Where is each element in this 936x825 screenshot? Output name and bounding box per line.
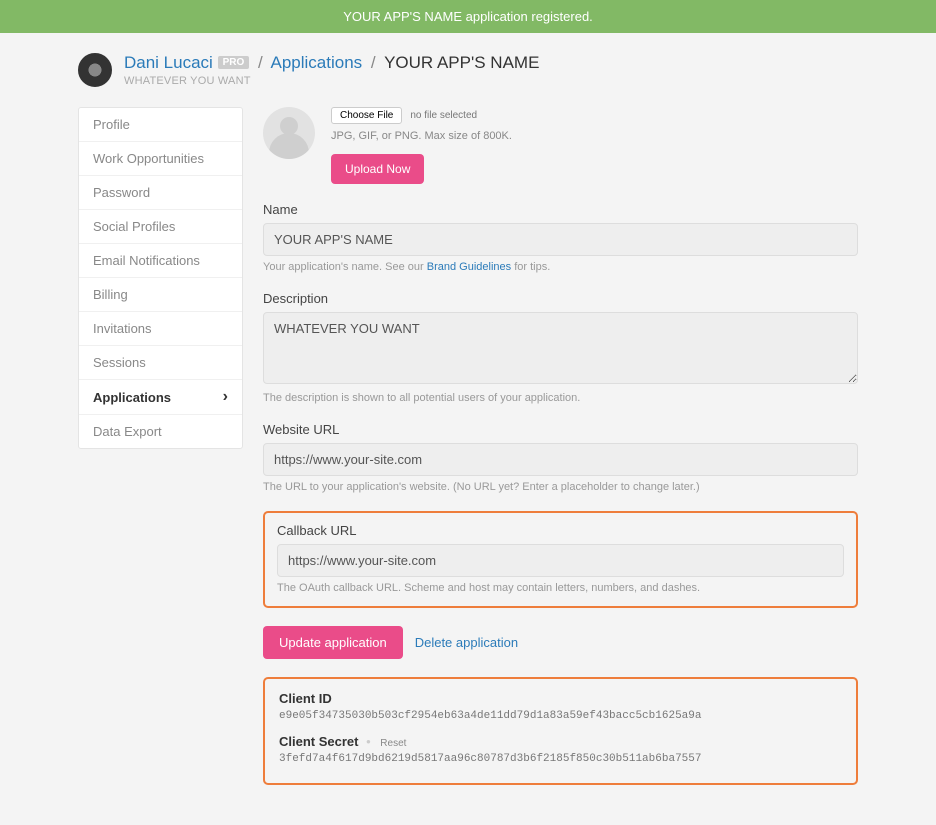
sidebar-item-invitations[interactable]: Invitations	[79, 312, 242, 346]
file-status-label: no file selected	[410, 110, 477, 121]
crumb-user[interactable]: Dani Lucaci	[124, 53, 213, 72]
sidebar-item-export[interactable]: Data Export	[79, 415, 242, 448]
callback-hint: The OAuth callback URL. Scheme and host …	[277, 582, 844, 594]
app-icon-placeholder	[263, 107, 315, 159]
crumb-current: YOUR APP'S NAME	[384, 53, 539, 72]
upload-now-button[interactable]: Upload Now	[331, 154, 424, 184]
sidebar-item-billing[interactable]: Billing	[79, 278, 242, 312]
website-hint: The URL to your application's website. (…	[263, 481, 858, 493]
reset-secret-link[interactable]: Reset	[380, 738, 406, 749]
settings-sidebar: Profile Work Opportunities Password Soci…	[78, 107, 243, 449]
credentials-highlight: Client ID e9e05f34735030b503cf2954eb63a4…	[263, 677, 858, 785]
sidebar-item-label: Profile	[93, 117, 130, 132]
sidebar-item-label: Password	[93, 185, 150, 200]
page-subtitle: WHATEVER YOU WANT	[124, 75, 539, 87]
description-label: Description	[263, 291, 858, 306]
sidebar-item-work[interactable]: Work Opportunities	[79, 142, 242, 176]
upload-hint: JPG, GIF, or PNG. Max size of 800K.	[331, 130, 858, 142]
sidebar-item-label: Billing	[93, 287, 128, 302]
sidebar-item-password[interactable]: Password	[79, 176, 242, 210]
crumb-sep: /	[371, 53, 376, 72]
description-hint: The description is shown to all potentia…	[263, 392, 858, 404]
name-input[interactable]	[263, 223, 858, 256]
sidebar-item-profile[interactable]: Profile	[79, 108, 242, 142]
sidebar-item-label: Email Notifications	[93, 253, 200, 268]
callback-label: Callback URL	[277, 523, 844, 538]
choose-file-button[interactable]: Choose File	[331, 107, 402, 124]
brand-guidelines-link[interactable]: Brand Guidelines	[427, 261, 511, 273]
sidebar-item-label: Invitations	[93, 321, 152, 336]
sidebar-item-applications[interactable]: Applications ›	[79, 380, 242, 415]
sidebar-item-email[interactable]: Email Notifications	[79, 244, 242, 278]
main-content: Choose File no file selected JPG, GIF, o…	[263, 107, 858, 785]
banner-text: YOUR APP'S NAME application registered.	[343, 9, 593, 24]
crumb-applications[interactable]: Applications	[271, 53, 363, 72]
sidebar-item-label: Sessions	[93, 355, 146, 370]
user-avatar[interactable]	[78, 53, 112, 87]
client-id-value: e9e05f34735030b503cf2954eb63a4de11dd79d1…	[279, 710, 842, 722]
crumb-sep: /	[258, 53, 263, 72]
breadcrumb: Dani Lucaci PRO / Applications / YOUR AP…	[124, 53, 539, 73]
callback-input[interactable]	[277, 544, 844, 577]
website-input[interactable]	[263, 443, 858, 476]
pro-badge: PRO	[218, 56, 250, 69]
callback-highlight: Callback URL The OAuth callback URL. Sch…	[263, 511, 858, 608]
update-application-button[interactable]: Update application	[263, 626, 403, 659]
delete-application-link[interactable]: Delete application	[415, 635, 518, 650]
client-secret-label: Client Secret	[279, 734, 358, 749]
sidebar-item-label: Data Export	[93, 424, 162, 439]
sidebar-item-label: Applications	[93, 390, 171, 405]
website-label: Website URL	[263, 422, 858, 437]
notification-banner: YOUR APP'S NAME application registered.	[0, 0, 936, 33]
client-secret-value: 3fefd7a4f617d9bd6219d5817aa96c80787d3b6f…	[279, 753, 842, 765]
page-header: Dani Lucaci PRO / Applications / YOUR AP…	[78, 53, 858, 87]
chevron-right-icon: ›	[223, 389, 228, 405]
description-input[interactable]	[263, 312, 858, 384]
sidebar-item-label: Work Opportunities	[93, 151, 204, 166]
sidebar-item-social[interactable]: Social Profiles	[79, 210, 242, 244]
sidebar-item-label: Social Profiles	[93, 219, 175, 234]
name-hint: Your application's name. See our Brand G…	[263, 261, 858, 273]
sidebar-item-sessions[interactable]: Sessions	[79, 346, 242, 380]
client-id-label: Client ID	[279, 691, 842, 706]
name-label: Name	[263, 202, 858, 217]
